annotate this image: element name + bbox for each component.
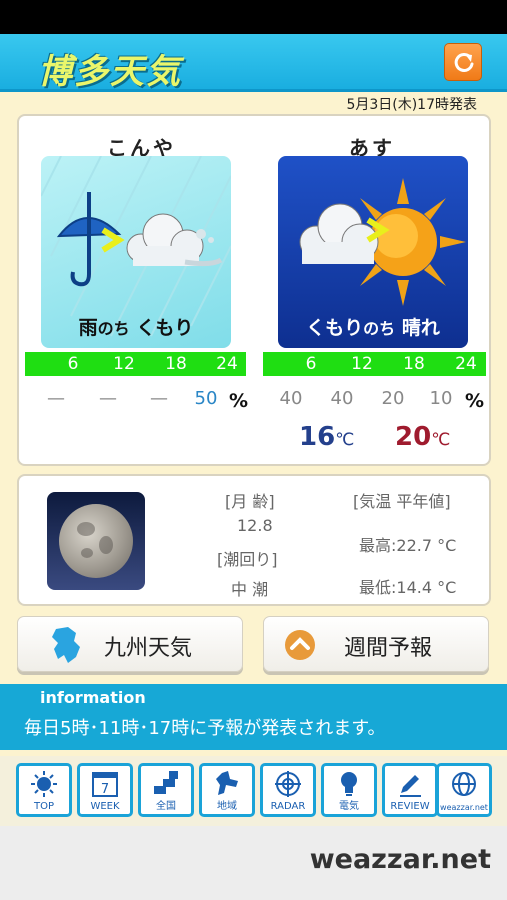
tomorrow-weather-icon: くもりのち 晴れ — [278, 156, 468, 348]
moon-icon — [47, 492, 145, 590]
tomorrow-time-12: 12 — [351, 354, 373, 374]
refresh-button[interactable] — [444, 43, 482, 81]
moon-info-panel: [月 齢] 12.8 [潮回り] 中 潮 [気温 平年値] 最高:22.7 °C… — [17, 474, 491, 606]
refresh-icon — [454, 52, 474, 72]
region-map-icon — [216, 771, 238, 795]
tab-radar-label: RADAR — [270, 801, 306, 812]
status-bar — [0, 0, 507, 34]
pencil-icon — [400, 775, 421, 797]
tomorrow-max-temp: 20℃ — [395, 422, 450, 452]
tab-weazzar[interactable]: weazzar.net — [436, 763, 492, 817]
sun-icon — [31, 771, 57, 797]
tab-top-label: TOP — [33, 801, 54, 812]
today-weather-after: くもり — [136, 317, 194, 339]
calendar-number: 7 — [101, 782, 109, 797]
today-weather-text: 雨のち くもり — [41, 313, 231, 340]
tomorrow-pop-6: 40 — [279, 388, 303, 409]
today-time-6: 6 — [67, 354, 79, 374]
globe-icon — [452, 772, 476, 796]
normal-high: 最高:22.7 °C — [359, 536, 457, 555]
tab-weazzar-label: weazzar.net — [440, 803, 488, 812]
min-temp-unit: ℃ — [335, 430, 355, 450]
today-weather-joiner: のち — [97, 319, 130, 338]
tomorrow-pop-24: 10 — [429, 388, 453, 409]
today-time-12: 12 — [113, 354, 135, 374]
tomorrow-time-strip: 6 12 18 24 — [263, 352, 486, 376]
today-time-strip: 6 12 18 24 — [25, 352, 246, 376]
tomorrow-weather-joiner: のち — [363, 319, 396, 338]
tomorrow-weather-main: くもり — [306, 317, 364, 339]
information-bar: information 毎日5時･11時･17時に予報が発表されます。 — [0, 684, 507, 750]
tomorrow-time-18: 18 — [403, 354, 425, 374]
brand-logo: weazzar.net — [309, 844, 491, 875]
tab-electricity[interactable]: 電気 — [321, 763, 377, 817]
today-time-18: 18 — [165, 354, 187, 374]
tab-week[interactable]: 7 WEEK — [77, 763, 133, 817]
tab-national[interactable]: 全国 — [138, 763, 194, 817]
today-time-24: 24 — [216, 354, 238, 374]
tab-national-label: 全国 — [156, 801, 176, 812]
tab-electricity-label: 電気 — [339, 801, 359, 812]
today-weather-main: 雨 — [78, 317, 98, 339]
today-pop-12: — — [99, 388, 117, 409]
kyushu-weather-button[interactable]: 九州天気 — [17, 616, 243, 672]
footer-area: weazzar.net — [0, 826, 507, 900]
today-pop-unit: % — [229, 390, 249, 412]
japan-map-icon — [154, 771, 178, 794]
tab-radar[interactable]: RADAR — [260, 763, 316, 817]
tide-value: 中 潮 — [231, 580, 269, 599]
chevron-up-icon — [285, 630, 315, 660]
tab-top[interactable]: TOP — [16, 763, 72, 817]
tab-region-label: 地域 — [217, 801, 237, 812]
calendar-icon: 7 — [92, 772, 118, 797]
today-pop-6: — — [47, 388, 65, 409]
tab-region[interactable]: 地域 — [199, 763, 255, 817]
tab-review-label: REVIEW — [390, 801, 430, 812]
lightbulb-icon — [341, 772, 357, 796]
max-temp-unit: ℃ — [431, 430, 451, 450]
tomorrow-pop-12: 40 — [330, 388, 354, 409]
tomorrow-time-24: 24 — [455, 354, 477, 374]
moon-age-label: [月 齢] — [225, 492, 275, 511]
max-temp-value: 20 — [395, 422, 432, 452]
weekly-forecast-button[interactable]: 週間予報 — [263, 616, 489, 672]
min-temp-value: 16 — [299, 422, 336, 452]
tomorrow-weather-text: くもりのち 晴れ — [278, 313, 468, 340]
tomorrow-pop-18: 20 — [381, 388, 405, 409]
information-message: 毎日5時･11時･17時に予報が発表されます。 — [24, 718, 386, 739]
moon-age-value: 12.8 — [237, 516, 273, 535]
tomorrow-min-temp: 16℃ — [299, 422, 354, 452]
tomorrow-time-6: 6 — [305, 354, 317, 374]
forecast-panel: こんや あす 雨のち くもり くもりのち 晴れ 6 12 18 24 6 12 … — [17, 114, 491, 466]
weekly-button-label: 週間予報 — [344, 636, 433, 661]
kyushu-button-label: 九州天気 — [104, 636, 193, 661]
normal-low: 最低:14.4 °C — [359, 578, 457, 597]
app-header: 博多天気 — [0, 34, 507, 92]
normal-temp-label: [気温 平年値] — [353, 492, 451, 511]
tab-review[interactable]: REVIEW — [382, 763, 438, 817]
today-pop-24: 50 — [194, 388, 218, 409]
tomorrow-weather-after: 晴れ — [401, 317, 440, 339]
today-pop-18: — — [150, 388, 168, 409]
kyushu-map-icon — [52, 627, 80, 663]
tide-label: [潮回り] — [217, 550, 278, 569]
tomorrow-pop-unit: % — [465, 390, 485, 412]
radar-icon — [275, 771, 301, 797]
tab-bar: TOP 7 WEEK 全国 地域 RADAR 電気 REVIEW weazzar… — [0, 756, 507, 826]
tab-week-label: WEEK — [90, 801, 120, 812]
app-title: 博多天気 — [38, 52, 182, 92]
announcement-time: 5月3日(木)17時発表 — [346, 97, 477, 113]
information-title: information — [40, 688, 146, 707]
today-weather-icon: 雨のち くもり — [41, 156, 231, 348]
